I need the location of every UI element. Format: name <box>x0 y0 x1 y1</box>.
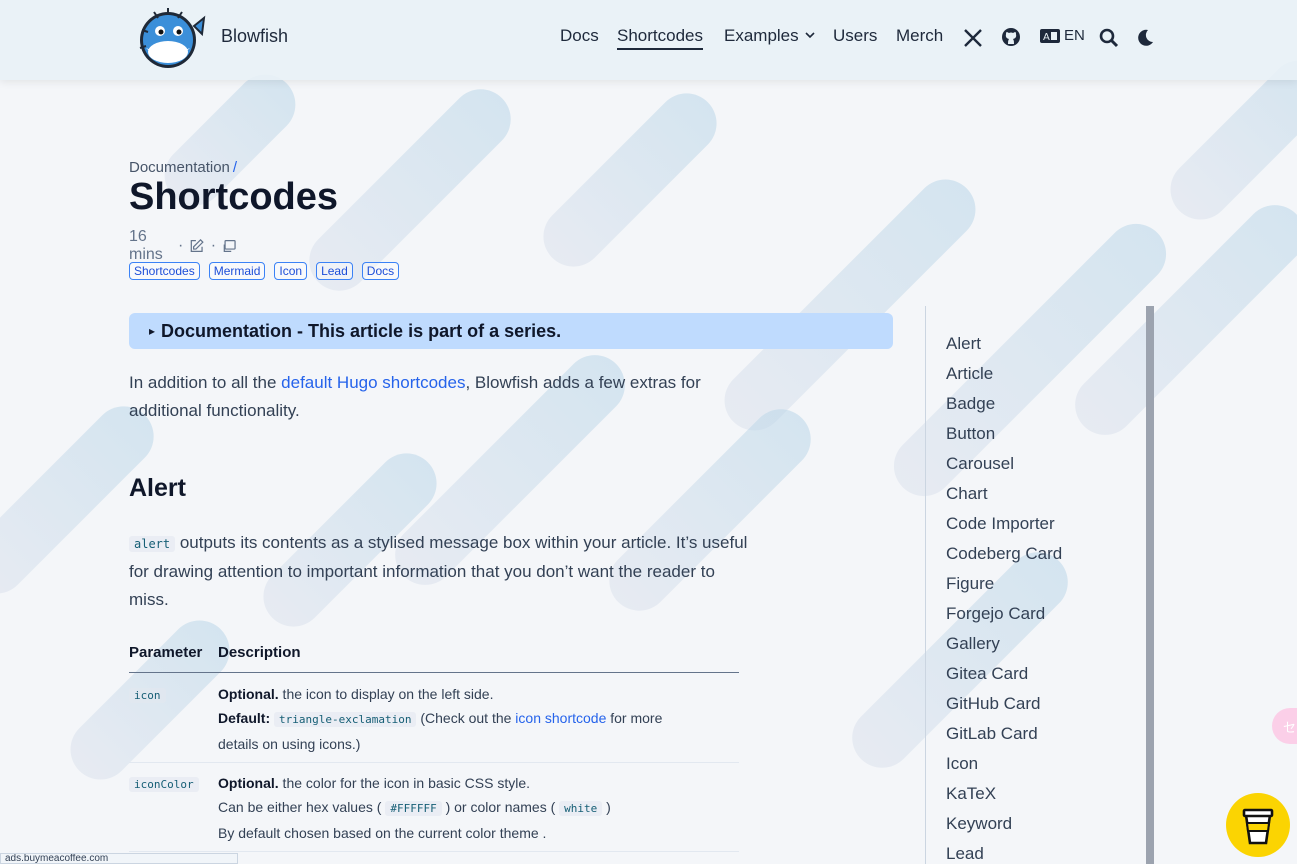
param-iconcolor: iconColor <box>129 771 199 797</box>
series-label: Documentation - This article is part of … <box>161 321 562 341</box>
toc-item[interactable]: Article <box>946 364 993 384</box>
hugo-shortcodes-link[interactable]: default Hugo shortcodes <box>281 373 465 392</box>
toc-item[interactable]: GitHub Card <box>946 694 1040 714</box>
param-iconcolor-description: Optional. the color for the icon in basi… <box>218 771 738 845</box>
toc-item[interactable]: Chart <box>946 484 988 504</box>
table-header-description: Description <box>218 644 301 661</box>
tag-lead[interactable]: Lead <box>316 262 353 280</box>
param-iconcolor-code: iconColor <box>129 777 199 792</box>
svg-text:A: A <box>1043 32 1050 43</box>
toc-item[interactable]: Icon <box>946 754 978 774</box>
site-title[interactable]: Blowfish <box>221 26 288 47</box>
desc-line-2: Default: triangle-exclamation (Check out… <box>218 706 738 732</box>
desc-text: ) <box>602 799 611 815</box>
toc-item[interactable]: Keyword <box>946 814 1012 834</box>
param-icon-description: Optional. the icon to display on the lef… <box>218 682 738 756</box>
language-label: EN <box>1064 27 1085 44</box>
tag-shortcodes[interactable]: Shortcodes <box>129 262 200 280</box>
browser-status-bar: ads.buymeacoffee.com <box>0 853 238 864</box>
reading-time: 16 mins <box>129 228 163 263</box>
blowfish-logo[interactable] <box>134 4 206 70</box>
desc-line-3: By default chosen based on the current c… <box>218 825 547 841</box>
default-label: Default: <box>218 710 271 726</box>
language-icon: A <box>1040 28 1060 43</box>
toc-item[interactable]: Carousel <box>946 454 1014 474</box>
nav-shortcodes[interactable]: Shortcodes <box>617 26 703 50</box>
toc-item[interactable]: Alert <box>946 334 981 354</box>
icon-shortcode-link[interactable]: icon shortcode <box>515 710 606 726</box>
breadcrumb-separator: / <box>232 159 238 176</box>
desc-text: the icon to display on the left side. <box>278 686 494 702</box>
toc-item[interactable]: Figure <box>946 574 994 594</box>
toc-item[interactable]: Forgejo Card <box>946 604 1045 624</box>
meta-dot: · <box>178 237 184 254</box>
row-divider <box>129 762 739 763</box>
nav-examples-label: Examples <box>724 26 799 45</box>
color-name-code: white <box>559 801 603 816</box>
table-header-divider <box>129 672 739 673</box>
optional-label: Optional. <box>218 775 279 791</box>
tag-list: Shortcodes Mermaid Icon Lead Docs <box>129 262 400 280</box>
nav-examples[interactable]: Examples <box>724 26 815 46</box>
language-switcher[interactable]: A EN <box>1040 27 1085 44</box>
toc-scrollbar[interactable] <box>1146 306 1154 864</box>
nav-docs[interactable]: Docs <box>560 26 599 46</box>
desc-line-1: Optional. the color for the icon in basi… <box>218 771 738 795</box>
buy-me-a-coffee-button[interactable] <box>1226 793 1290 857</box>
disclosure-triangle-icon: ▸ <box>149 324 156 338</box>
nav-merch[interactable]: Merch <box>896 26 943 46</box>
toc-item[interactable]: GitLab Card <box>946 724 1038 744</box>
param-icon-code: icon <box>129 688 166 703</box>
toc-item[interactable]: Button <box>946 424 995 444</box>
tag-icon[interactable]: Icon <box>274 262 308 280</box>
x-icon[interactable] <box>963 28 983 48</box>
desc-text: ) or color names ( <box>441 799 560 815</box>
alert-code: alert <box>129 536 176 552</box>
alert-text: outputs its contents as a stylised messa… <box>129 533 748 609</box>
desc-line-3: details on using icons.) <box>218 736 361 752</box>
article-meta: 16 mins · · <box>129 228 237 264</box>
coffee-cup-icon <box>1242 808 1274 845</box>
optional-label: Optional. <box>218 686 279 702</box>
tag-docs[interactable]: Docs <box>361 262 400 280</box>
desc-text: for more <box>606 710 663 726</box>
alert-paragraph: alert outputs its contents as a stylised… <box>129 529 749 614</box>
zen-mode-icon[interactable] <box>222 236 237 256</box>
desc-text: Can be either hex values ( <box>218 799 386 815</box>
tag-mermaid[interactable]: Mermaid <box>208 262 266 280</box>
table-header-parameter: Parameter <box>129 644 203 661</box>
intro-paragraph: In addition to all the default Hugo shor… <box>129 369 749 425</box>
moon-icon[interactable] <box>1135 28 1155 48</box>
hex-code: #FFFFFF <box>385 801 442 816</box>
breadcrumb: Documentation / <box>129 159 237 176</box>
toc-item[interactable]: Badge <box>946 394 995 414</box>
toc-item[interactable]: Gitea Card <box>946 664 1028 684</box>
toc-item[interactable]: Code Importer <box>946 514 1055 534</box>
toc-item[interactable]: Codeberg Card <box>946 544 1062 564</box>
desc-text: the color for the icon in basic CSS styl… <box>278 775 531 791</box>
nav-users[interactable]: Users <box>833 26 877 46</box>
row-divider <box>129 851 739 852</box>
toc-item[interactable]: Lead <box>946 844 984 864</box>
toc-item[interactable]: Gallery <box>946 634 1000 654</box>
alert-heading: Alert <box>129 474 186 502</box>
intro-text-1: In addition to all the <box>129 373 282 392</box>
param-icon: icon <box>129 682 166 708</box>
breadcrumb-documentation[interactable]: Documentation <box>129 159 230 176</box>
github-icon[interactable] <box>1001 27 1021 47</box>
desc-line-2: Can be either hex values ( #FFFFFF ) or … <box>218 795 738 821</box>
edit-icon[interactable] <box>189 236 205 256</box>
search-icon[interactable] <box>1099 28 1119 48</box>
site-header: Blowfish Docs Shortcodes Examples Users … <box>0 0 1297 80</box>
toc-item[interactable]: KaTeX <box>946 784 996 804</box>
page-title: Shortcodes <box>129 176 339 218</box>
series-summary[interactable]: ▸ Documentation - This article is part of… <box>129 313 893 349</box>
default-code: triangle-exclamation <box>274 712 417 727</box>
meta-dot-2: · <box>210 237 217 254</box>
desc-line-1: Optional. the icon to display on the lef… <box>218 682 738 706</box>
chevron-down-icon <box>805 32 815 39</box>
desc-text: (Check out the <box>416 710 516 726</box>
table-of-contents: Alert Article Badge Button Carousel Char… <box>925 306 1155 864</box>
